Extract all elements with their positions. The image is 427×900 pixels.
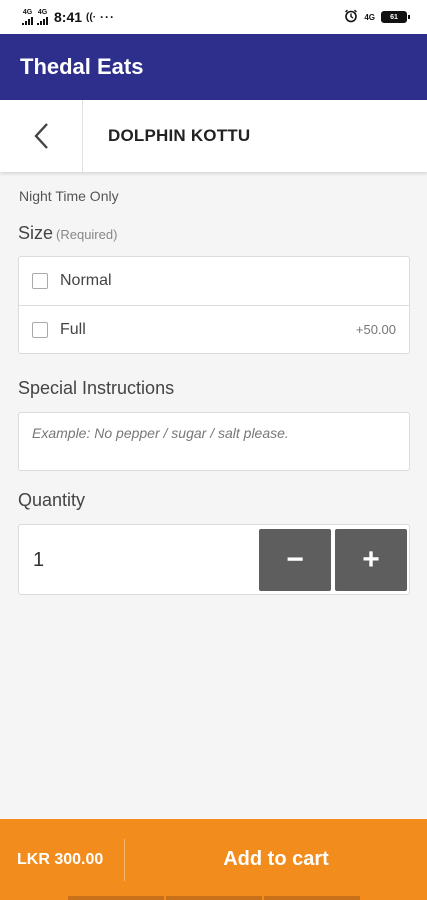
decrement-button[interactable]: − — [259, 529, 331, 591]
signal-icon: 4G — [22, 9, 33, 25]
instructions-input[interactable] — [18, 412, 410, 471]
app-bar: Thedal Eats — [0, 34, 427, 100]
clock: 8:41 — [54, 9, 83, 25]
option-label: Normal — [60, 272, 112, 289]
alarm-icon — [344, 9, 358, 25]
back-button[interactable] — [0, 100, 83, 172]
required-tag: (Required) — [56, 227, 118, 242]
availability-note: Night Time Only — [19, 188, 119, 204]
quantity-value[interactable]: 1 — [33, 549, 44, 572]
option-label: Full — [60, 320, 86, 338]
item-header: DOLPHIN KOTTU — [0, 100, 427, 172]
checkbox[interactable] — [32, 273, 48, 289]
status-right: 4G 61 — [344, 9, 410, 25]
app-title: Thedal Eats — [20, 54, 144, 79]
add-to-cart-button[interactable]: Add to cart — [125, 848, 427, 871]
size-option-normal[interactable]: Normal — [19, 257, 409, 305]
size-options: Normal Full +50.00 — [18, 256, 410, 354]
quantity-stepper: 1 − + — [18, 524, 410, 595]
chevron-left-icon — [34, 123, 48, 149]
status-bar: 4G 4G 8:41 ((· ··· 4G 61 — [0, 0, 427, 34]
item-title: DOLPHIN KOTTU — [108, 126, 251, 145]
overflow-dots: ··· — [100, 10, 116, 24]
battery-icon: 61 — [381, 11, 410, 23]
size-label: Size — [18, 223, 54, 243]
instructions-label: Special Instructions — [18, 378, 175, 398]
size-heading: Size (Required) — [18, 223, 117, 244]
network-type: 4G — [364, 12, 375, 22]
nav-gesture-bar — [0, 896, 427, 900]
size-option-full[interactable]: Full +50.00 — [19, 305, 409, 353]
increment-button[interactable]: + — [335, 529, 407, 591]
status-left: 4G 4G 8:41 ((· ··· — [22, 9, 115, 25]
option-price: +50.00 — [355, 322, 396, 337]
signal-icon-2: 4G — [37, 9, 48, 25]
wifi-calling-icon: ((· — [86, 11, 97, 23]
quantity-label: Quantity — [18, 490, 86, 510]
total-price: LKR 300.00 — [17, 850, 104, 868]
checkbox[interactable] — [32, 321, 48, 338]
checkout-bar: LKR 300.00 Add to cart — [0, 819, 427, 900]
